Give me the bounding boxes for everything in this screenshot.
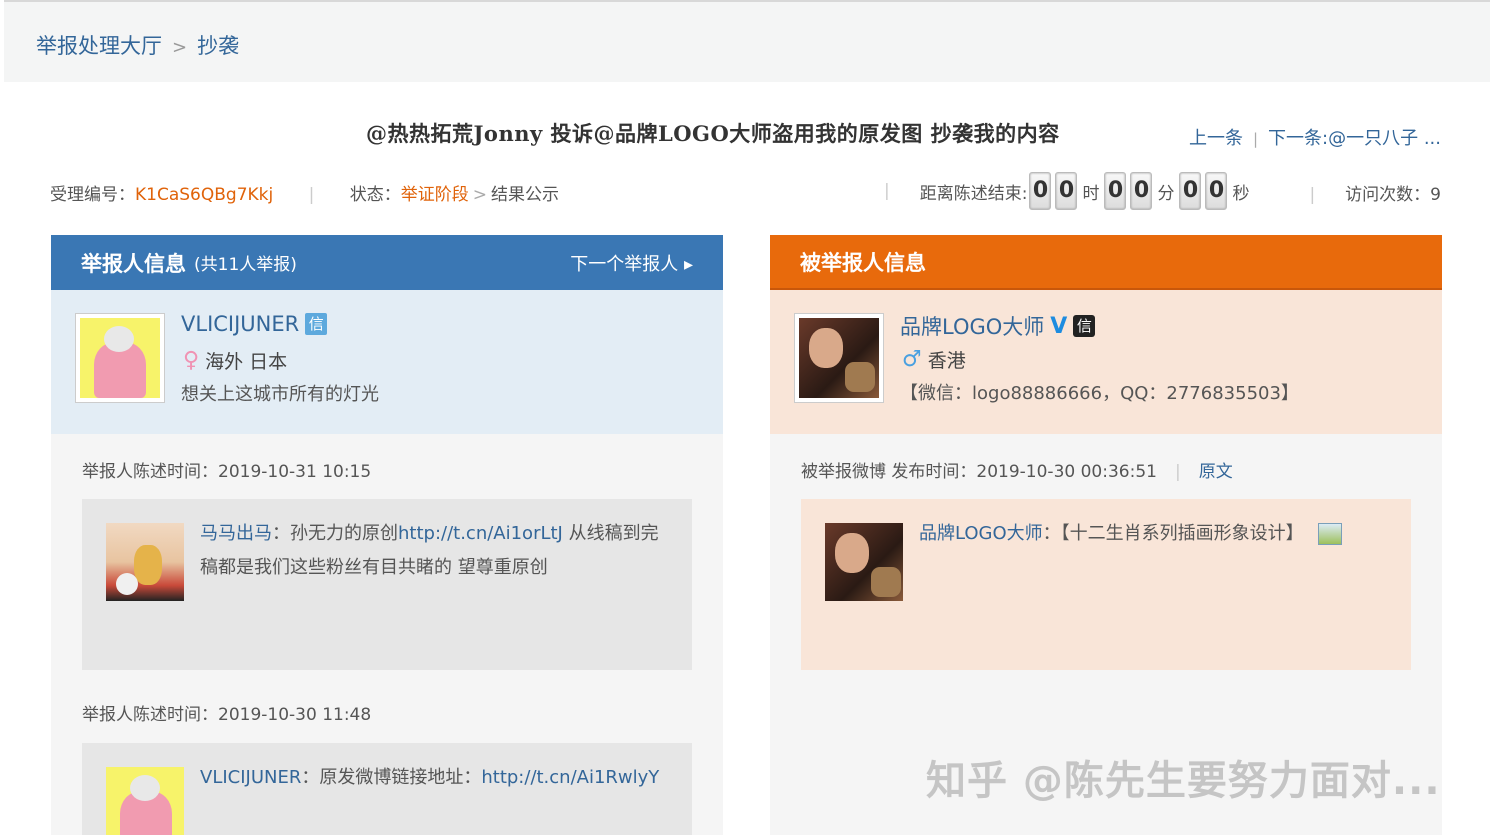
reported-header-title: 被举报人信息 [800, 250, 926, 275]
statement-url-link[interactable]: http://t.cn/Ai1RwlyY [481, 767, 659, 788]
visits-label: 访问次数： [1345, 185, 1431, 205]
reporter-gender-location: ♀ 海外 日本 [183, 347, 287, 374]
breadcrumb: 举报处理大厅 > 抄袭 [36, 30, 239, 60]
reported-gender-location: ♂ 香港 [902, 346, 966, 373]
breadcrumb-bar: 举报处理大厅 > 抄袭 [4, 0, 1490, 82]
breadcrumb-current-link[interactable]: 抄袭 [197, 34, 239, 58]
reported-contact: 【微信：logo88886666，QQ：2776835503】 [900, 383, 1299, 404]
statement-avatar-2[interactable] [106, 767, 184, 835]
status-next: 结果公示 [491, 185, 560, 205]
prev-case-link[interactable]: 上一条 [1189, 128, 1243, 149]
verified-badge-icon: 信 [305, 313, 328, 335]
reporter-name-line: VLICIJUNER 信 [181, 312, 328, 336]
statement-url-link[interactable]: http://t.cn/Ai1orLtJ [398, 523, 563, 544]
case-id: K1CaS6QBg7Kkj [135, 185, 274, 205]
v-verified-icon: V [1050, 313, 1068, 339]
reported-location: 香港 [927, 350, 966, 372]
case-meta: 受理编号：K1CaS6QBg7Kkj | 状态：举证阶段 > 结果公示 [50, 180, 559, 205]
statement-card-1: 马马出马：孙无力的原创http://t.cn/Ai1orLtJ 从线稿到完稿都是… [82, 499, 692, 670]
statement-card-2: VLICIJUNER：原发微博链接地址：http://t.cn/Ai1RwlyY [82, 743, 692, 835]
case-id-label: 受理编号： [50, 185, 135, 205]
meta-divider: | [308, 185, 315, 205]
reporter-bio: 想关上这城市所有的灯光 [181, 384, 379, 405]
next-case-link[interactable]: 下一条:@一只八子 ... [1268, 128, 1441, 149]
avatar-image [825, 523, 903, 601]
countdown: | 距离陈述结束: 00时 00分 00秒 [884, 172, 1252, 210]
reporter-panel: 举报人信息 (共11人举报) 下一个举报人 ▸ 举报人陈述时间：2019-10-… [51, 235, 723, 835]
minute-unit: 分 [1157, 183, 1175, 204]
visits-divider: | [1309, 185, 1316, 205]
reported-name-line: 品牌LOGO大师 V 信 [900, 311, 1096, 341]
next-reporter-link[interactable]: 下一个举报人 ▸ [570, 250, 693, 276]
image-icon[interactable] [1317, 523, 1342, 545]
post-time-label: 被举报微博 发布时间：2019-10-30 00:36:51 [801, 462, 1157, 482]
status-arrow: > [472, 185, 488, 205]
hour-digit-2: 0 [1055, 172, 1078, 210]
countdown-label: 距离陈述结束: [919, 183, 1028, 204]
reported-profile [770, 290, 1442, 434]
post-divider: | [1174, 462, 1181, 482]
breadcrumb-separator: > [172, 37, 188, 58]
avatar-image [80, 318, 160, 398]
reported-header: 被举报人信息 [770, 235, 1442, 290]
post-author-link[interactable]: 品牌LOGO大师 [919, 523, 1043, 544]
reporter-header: 举报人信息 (共11人举报) 下一个举报人 ▸ [51, 235, 723, 290]
minute-digit-2: 0 [1130, 172, 1153, 210]
xin-badge-icon: 信 [1073, 315, 1096, 337]
reported-post-avatar[interactable] [825, 523, 903, 601]
reported-post-card: 品牌LOGO大师：【十二生肖系列插画形象设计】 [801, 499, 1411, 670]
statement-time-1: 举报人陈述时间：2019-10-31 10:15 [82, 462, 372, 482]
minute-digit-1: 0 [1104, 172, 1127, 210]
status-label: 状态： [349, 185, 401, 205]
hour-digit-1: 0 [1029, 172, 1052, 210]
case-navigation: 上一条 | 下一条:@一只八子 ... [1189, 124, 1441, 150]
visit-count: | 访问次数：9 [1309, 180, 1441, 205]
avatar-image [799, 318, 879, 398]
page-title: @热热拓荒Jonny 投诉@品牌LOGO大师盗用我的原发图 抄袭我的内容 [366, 121, 1060, 146]
reporter-header-title: 举报人信息 [81, 251, 186, 276]
original-post-link[interactable]: 原文 [1199, 462, 1233, 482]
visits-value: 9 [1430, 185, 1441, 205]
statement-text-2: VLICIJUNER：原发微博链接地址：http://t.cn/Ai1RwlyY [200, 761, 670, 795]
post-colon: ： [1042, 523, 1061, 544]
statement-time-2: 举报人陈述时间：2019-10-30 11:48 [82, 705, 372, 725]
reporter-count: (共11人举报) [194, 255, 297, 275]
second-digit-1: 0 [1179, 172, 1202, 210]
reporter-name-link[interactable]: VLICIJUNER [181, 312, 299, 336]
hour-unit: 时 [1082, 183, 1100, 204]
statement-author-link[interactable]: 马马出马 [200, 523, 272, 544]
reporter-profile [51, 290, 723, 434]
status-current: 举证阶段 [400, 185, 469, 205]
reported-post-text: 品牌LOGO大师：【十二生肖系列插画形象设计】 [919, 517, 1389, 551]
nav-divider: | [1252, 130, 1259, 148]
male-icon: ♂ [902, 347, 922, 372]
statement-avatar-1[interactable] [106, 523, 184, 601]
statement-author-link[interactable]: VLICIJUNER [200, 767, 301, 788]
reporter-location: 海外 日本 [205, 351, 288, 373]
avatar-image [106, 523, 184, 601]
reporter-avatar[interactable] [75, 313, 165, 403]
statement-body: 孙无力的原创 [290, 523, 398, 544]
reported-name-link[interactable]: 品牌LOGO大师 [900, 311, 1044, 341]
statement-colon: ： [272, 523, 290, 544]
statement-body: 原发微博链接地址： [319, 767, 482, 788]
reported-avatar[interactable] [794, 313, 884, 403]
reported-panel: 被举报人信息 被举报微博 发布时间：2019-10-30 00:36:51 | 原文… [770, 235, 1442, 835]
countdown-divider: | [884, 181, 890, 201]
watermark: 知乎 @陈先生要努力面对... [926, 758, 1441, 804]
second-digit-2: 0 [1205, 172, 1228, 210]
avatar-image [106, 767, 184, 835]
reported-post-meta: 被举报微博 发布时间：2019-10-30 00:36:51 | 原文 [801, 457, 1233, 482]
post-body: 【十二生肖系列插画形象设计】 [1060, 523, 1304, 544]
statement-text-1: 马马出马：孙无力的原创http://t.cn/Ai1orLtJ 从线稿到完稿都是… [200, 517, 670, 585]
second-unit: 秒 [1232, 183, 1250, 204]
statement-colon: ： [301, 767, 320, 788]
female-icon: ♀ [183, 348, 200, 373]
breadcrumb-home-link[interactable]: 举报处理大厅 [36, 34, 162, 58]
